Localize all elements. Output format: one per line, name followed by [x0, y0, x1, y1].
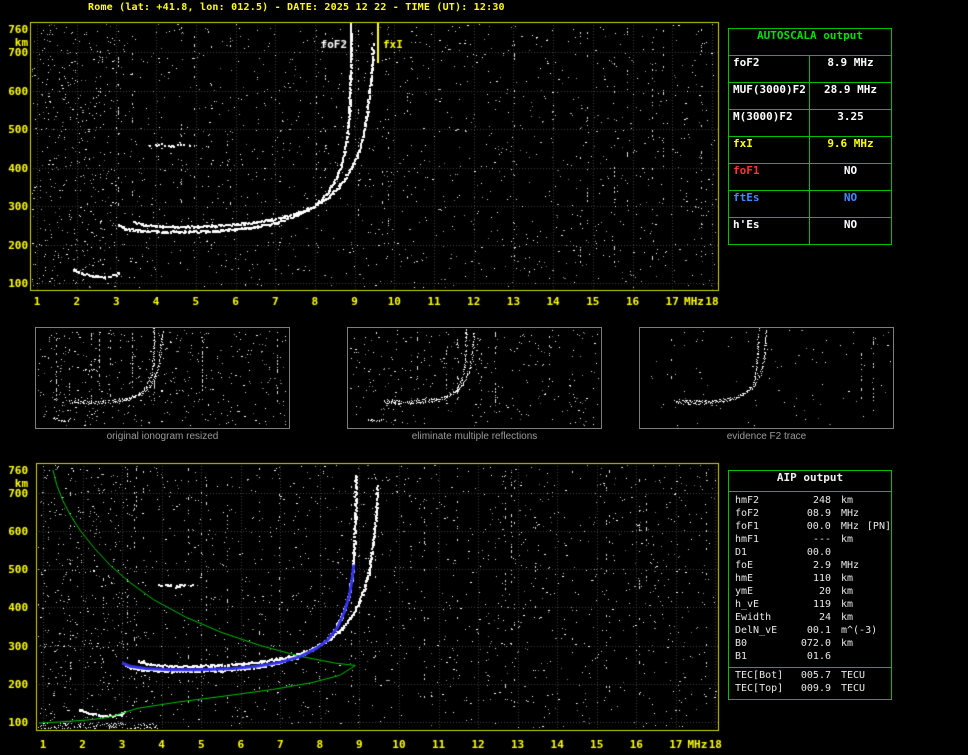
aip-table-title: AIP output	[729, 471, 891, 492]
parameter-value: 119	[812, 599, 831, 610]
parameter-unit: km	[841, 534, 854, 545]
parameter-value: 110	[812, 573, 831, 584]
thumbnail-original-ionogram	[35, 327, 290, 429]
parameter-value: 005.7	[800, 670, 831, 681]
autoscala-row-ftes: ftEs NO	[729, 191, 891, 218]
parameter-unit: km	[841, 638, 854, 649]
parameter-value: 00.1	[806, 625, 831, 636]
parameter-value: 248	[812, 495, 831, 506]
aip-row-tectop: TEC[Top] 009.9 TECU	[729, 683, 891, 696]
parameter-value: 01.6	[806, 651, 831, 662]
aip-row-hmf2: hmF2 248 km	[729, 495, 891, 508]
thumbnail-caption: eliminate multiple reflections	[411, 431, 538, 442]
parameter-unit: m^(-3)	[841, 625, 878, 636]
parameter-name: B1	[735, 651, 748, 662]
parameter-value: 009.9	[800, 683, 831, 694]
parameter-value: 9.6 MHz	[827, 137, 874, 150]
autoscala-row-fxi: fxI 9.6 MHz	[729, 137, 891, 164]
parameter-value: NO	[843, 191, 858, 204]
parameter-unit: TECU	[841, 670, 866, 681]
parameter-name: B0	[735, 638, 748, 649]
parameter-name: foF2	[729, 56, 810, 82]
parameter-unit: km	[841, 573, 854, 584]
parameter-value: NO	[843, 164, 858, 177]
parameter-name: fxI	[729, 137, 810, 163]
parameter-value: 072.0	[800, 638, 831, 649]
aip-row-tecbot: TEC[Bot] 005.7 TECU	[729, 670, 891, 683]
autoscala-row-m3000f2: M(3000)F2 3.25	[729, 110, 891, 137]
aip-output-table: AIP output hmF2 248 km foF2 08.9 MHz foF1 00.0 M…	[728, 470, 892, 700]
parameter-note: [PN]	[866, 521, 891, 532]
parameter-unit: MHz	[841, 508, 860, 519]
aip-row-b1: B1 01.6	[729, 651, 891, 664]
parameter-value: 08.9	[806, 508, 831, 519]
parameter-value: NO	[843, 218, 858, 231]
parameter-unit: km	[841, 599, 854, 610]
parameter-name: hmE	[735, 573, 754, 584]
parameter-unit: km	[841, 495, 854, 506]
thumbnail-caption: original ionogram resized	[106, 431, 219, 442]
parameter-name: MUF(3000)F2	[729, 83, 810, 109]
autoscala-row-hes: h'Es NO	[729, 218, 891, 244]
bottom-ionogram-with-profile-chart	[0, 458, 724, 755]
parameter-name: TEC[Top]	[735, 683, 784, 694]
parameter-value: 28.9 MHz	[824, 83, 877, 96]
autoscala-row-fof2: foF2 8.9 MHz	[729, 56, 891, 83]
autoscala-table-title: AUTOSCALA output	[729, 29, 891, 56]
parameter-value: 3.25	[837, 110, 864, 123]
parameter-name: hmF2	[735, 495, 760, 506]
parameter-unit: MHz	[841, 560, 860, 571]
parameter-name: h'Es	[729, 218, 810, 244]
parameter-unit: km	[841, 586, 854, 597]
parameter-unit: MHz	[840, 521, 859, 532]
parameter-name: foE	[735, 560, 754, 571]
parameter-value: 2.9	[812, 560, 831, 571]
parameter-unit: TECU	[841, 683, 866, 694]
autoscala-output-table: AUTOSCALA output foF2 8.9 MHz MUF(3000)F2 2…	[728, 28, 892, 245]
parameter-value: 00.0	[806, 521, 831, 532]
parameter-name: foF1	[735, 521, 760, 532]
aip-row-ewidth: Ewidth 24 km	[729, 612, 891, 625]
thumbnail-f2-trace-evidence	[639, 327, 894, 429]
thumbnail-caption: evidence F2 trace	[726, 431, 807, 442]
parameter-value: 20	[818, 586, 831, 597]
parameter-name: h_vE	[735, 599, 760, 610]
autoscala-table-rows: foF2 8.9 MHz MUF(3000)F2 28.9 MHz M(3000)F2 3…	[729, 56, 891, 244]
parameter-name: DelN_vE	[735, 625, 778, 636]
aip-row-hme: hmE 110 km	[729, 573, 891, 586]
aip-row-delnve: DelN_vE 00.1 m^(-3)	[729, 625, 891, 638]
aip-row-fof2: foF2 08.9 MHz	[729, 508, 891, 521]
aip-table-rows: hmF2 248 km foF2 08.9 MHz foF1 00.0 MHz [PN] hmF1 -…	[729, 492, 891, 667]
aip-row-hve: h_vE 119 km	[729, 599, 891, 612]
parameter-value: ---	[812, 534, 831, 545]
parameter-value: 8.9 MHz	[827, 56, 874, 69]
parameter-name: Ewidth	[735, 612, 772, 623]
page-title: Rome (lat: +41.8, lon: 012.5) - DATE: 20…	[88, 2, 505, 13]
top-ionogram-chart	[0, 18, 724, 316]
autoscala-output-screen: Rome (lat: +41.8, lon: 012.5) - DATE: 20…	[0, 0, 968, 755]
aip-row-d1: D1 00.0	[729, 547, 891, 560]
autoscala-row-muf3000f2: MUF(3000)F2 28.9 MHz	[729, 83, 891, 110]
parameter-name: foF1	[729, 164, 810, 190]
parameter-name: foF2	[735, 508, 760, 519]
autoscala-row-fof1: foF1 NO	[729, 164, 891, 191]
parameter-value: 00.0	[806, 547, 831, 558]
parameter-name: hmF1	[735, 534, 760, 545]
parameter-name: M(3000)F2	[729, 110, 810, 136]
aip-row-yme: ymE 20 km	[729, 586, 891, 599]
aip-row-hmf1: hmF1 --- km	[729, 534, 891, 547]
parameter-unit: km	[841, 612, 854, 623]
aip-tec-rows: TEC[Bot] 005.7 TECU TEC[Top] 009.9 TECU	[729, 667, 891, 699]
parameter-name: ftEs	[729, 191, 810, 217]
thumbnail-multiple-reflections-removed	[347, 327, 602, 429]
parameter-name: TEC[Bot]	[735, 670, 784, 681]
aip-row-foe: foE 2.9 MHz	[729, 560, 891, 573]
aip-row-b0: B0 072.0 km	[729, 638, 891, 651]
parameter-value: 24	[818, 612, 831, 623]
parameter-name: ymE	[735, 586, 754, 597]
parameter-name: D1	[735, 547, 748, 558]
aip-row-fof1: foF1 00.0 MHz [PN]	[729, 521, 891, 534]
